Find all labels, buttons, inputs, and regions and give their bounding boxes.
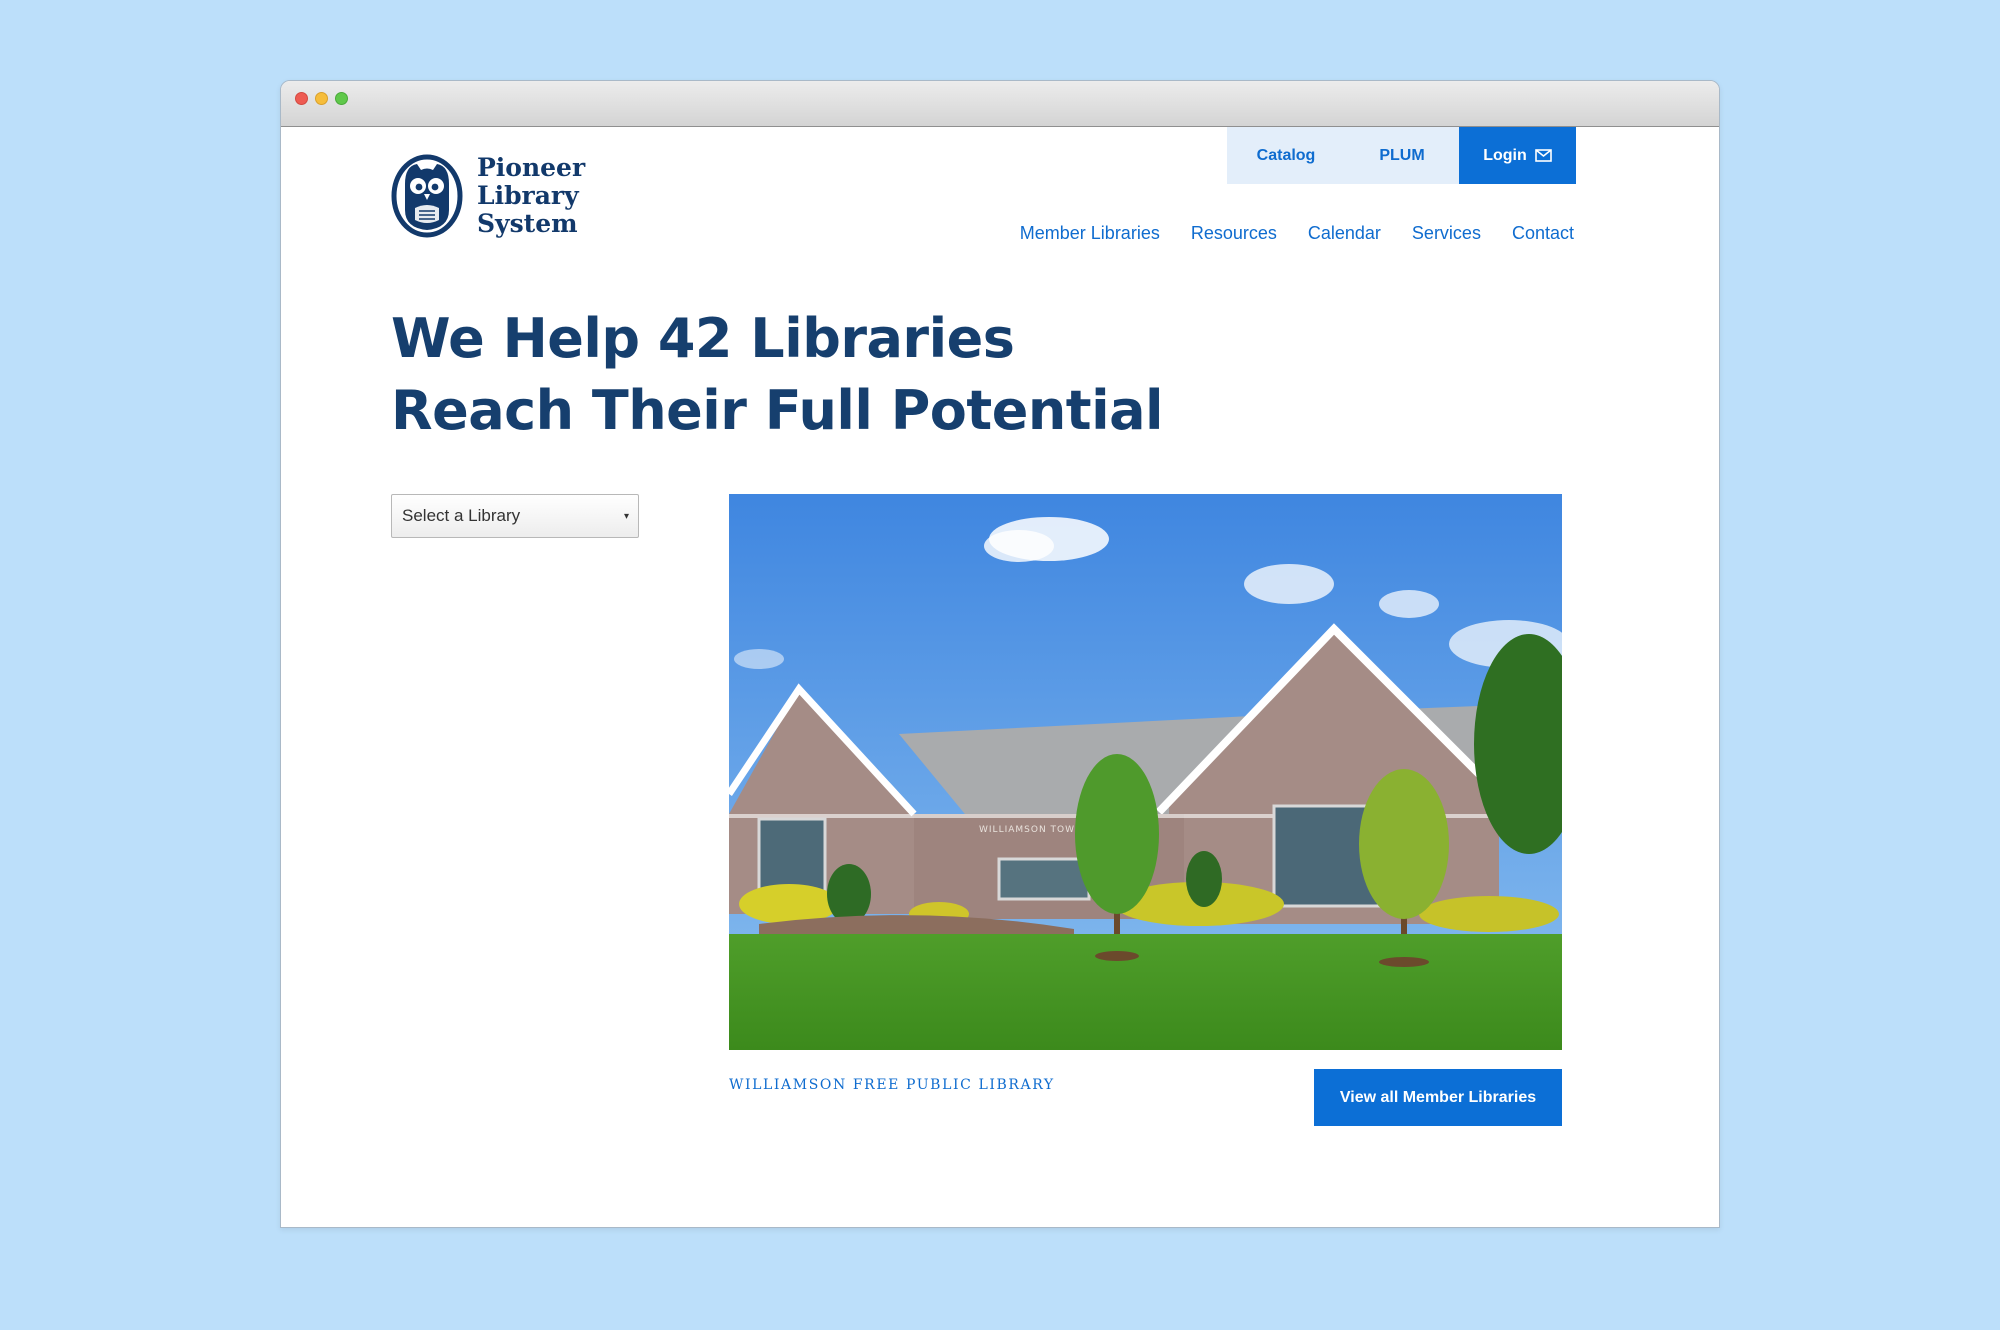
logo-wordmark: Pioneer Library System xyxy=(477,154,585,238)
page-content: Pioneer Library System Catalog PLUM Logi… xyxy=(281,127,1719,1227)
library-select-value: Select a Library xyxy=(402,506,521,525)
owl-logo-icon xyxy=(391,154,463,238)
page-headline: We Help 42 Libraries Reach Their Full Po… xyxy=(391,303,1164,447)
headline-line-1: We Help 42 Libraries xyxy=(391,307,1015,370)
featured-library-photo: WILLIAMSON TOWN C xyxy=(729,494,1562,1050)
catalog-link[interactable]: Catalog xyxy=(1227,127,1345,184)
site-logo[interactable]: Pioneer Library System xyxy=(391,154,585,238)
browser-window: Pioneer Library System Catalog PLUM Logi… xyxy=(280,80,1720,1228)
plum-link[interactable]: PLUM xyxy=(1345,127,1459,184)
logo-line-3: System xyxy=(477,209,578,238)
nav-calendar[interactable]: Calendar xyxy=(1308,223,1381,244)
library-building-image: WILLIAMSON TOWN C xyxy=(729,494,1562,1050)
zoom-window-button[interactable] xyxy=(335,92,348,105)
window-titlebar xyxy=(281,81,1719,127)
logo-line-2: Library xyxy=(477,181,579,210)
view-all-label: View all Member Libraries xyxy=(1339,1088,1537,1106)
nav-resources[interactable]: Resources xyxy=(1191,223,1277,244)
login-button[interactable]: Login xyxy=(1459,127,1576,184)
nav-member-libraries[interactable]: Member Libraries xyxy=(1020,223,1160,244)
nav-contact[interactable]: Contact xyxy=(1512,223,1574,244)
main-nav: Member Libraries Resources Calendar Serv… xyxy=(989,223,1574,244)
plum-label: PLUM xyxy=(1379,146,1425,164)
minimize-window-button[interactable] xyxy=(315,92,328,105)
utility-nav: Catalog PLUM Login xyxy=(1227,127,1576,184)
featured-library-caption: Williamson Free Public Library xyxy=(729,1077,1055,1093)
headline-line-2: Reach Their Full Potential xyxy=(391,379,1164,442)
dropdown-caret-icon: ▾ xyxy=(623,510,629,522)
nav-services[interactable]: Services xyxy=(1412,223,1481,244)
login-label: Login xyxy=(1483,146,1527,164)
envelope-icon xyxy=(1534,149,1552,162)
close-window-button[interactable] xyxy=(295,92,308,105)
catalog-label: Catalog xyxy=(1256,146,1316,164)
logo-line-1: Pioneer xyxy=(477,153,586,182)
view-all-member-libraries-button[interactable]: View all Member Libraries xyxy=(1314,1069,1562,1126)
library-select[interactable]: Select a Library ▾ xyxy=(391,494,639,538)
